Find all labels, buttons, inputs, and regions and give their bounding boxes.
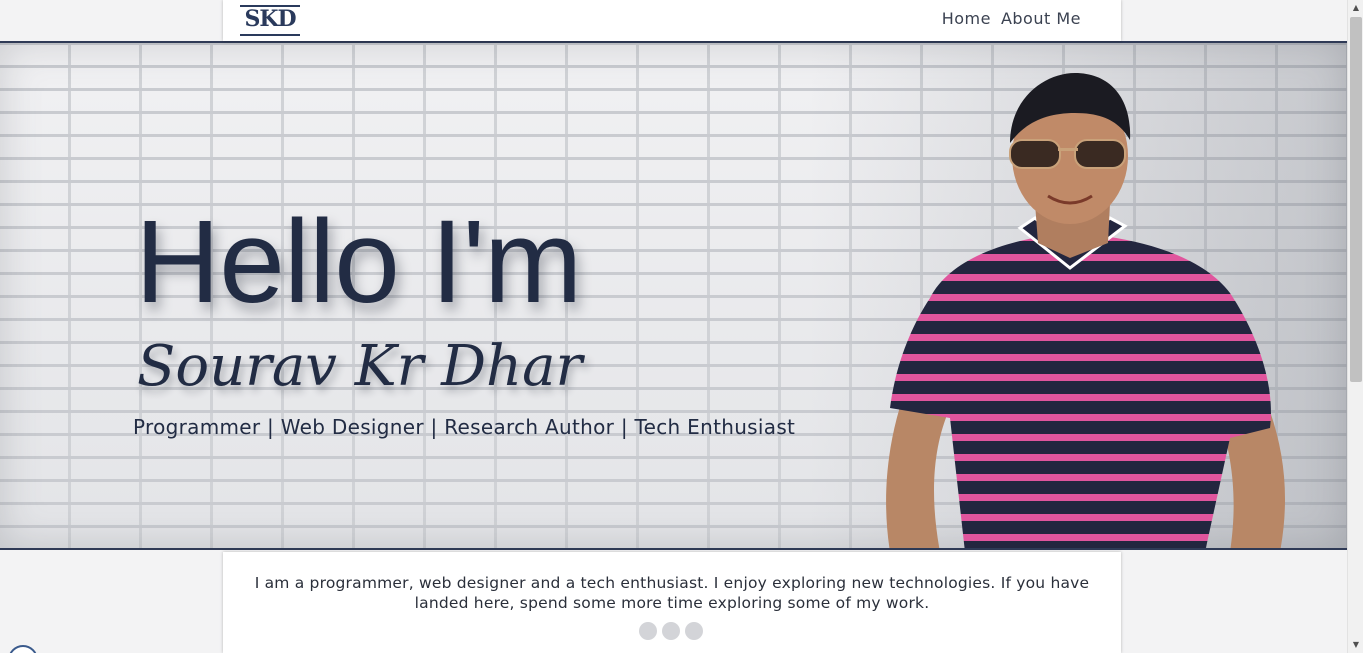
scroll-thumb[interactable]: [1350, 17, 1362, 382]
nav-about-link[interactable]: About Me: [1001, 9, 1081, 28]
nav-home-link[interactable]: Home: [942, 9, 991, 28]
corner-badge-icon[interactable]: [8, 645, 38, 653]
intro-card: I am a programmer, web designer and a te…: [223, 552, 1121, 653]
logo-bottom-rule: [240, 34, 300, 36]
main-nav: Home About Me: [942, 9, 1081, 28]
hero-roles: Programmer | Web Designer | Research Aut…: [133, 415, 796, 439]
page-scrollbar[interactable]: ▲ ▼: [1347, 0, 1363, 653]
scroll-down-icon[interactable]: ▼: [1348, 637, 1363, 653]
hero-name: Sourav Kr Dhar: [137, 334, 583, 399]
intro-text: I am a programmer, web designer and a te…: [254, 574, 1090, 612]
slider-dot[interactable]: [639, 622, 657, 640]
logo-text: SKD: [244, 6, 296, 32]
hero-banner: Hello I'm Sourav Kr Dhar Programmer | We…: [0, 41, 1347, 550]
logo-icon[interactable]: SKD: [240, 5, 300, 36]
hero-greeting: Hello I'm: [135, 196, 582, 328]
slider-dot[interactable]: [685, 622, 703, 640]
scroll-up-icon[interactable]: ▲: [1348, 0, 1363, 16]
slider-dot[interactable]: [662, 622, 680, 640]
profile-photo: [870, 68, 1300, 548]
top-navbar: SKD Home About Me: [223, 0, 1121, 41]
slider-dots: [639, 622, 703, 640]
